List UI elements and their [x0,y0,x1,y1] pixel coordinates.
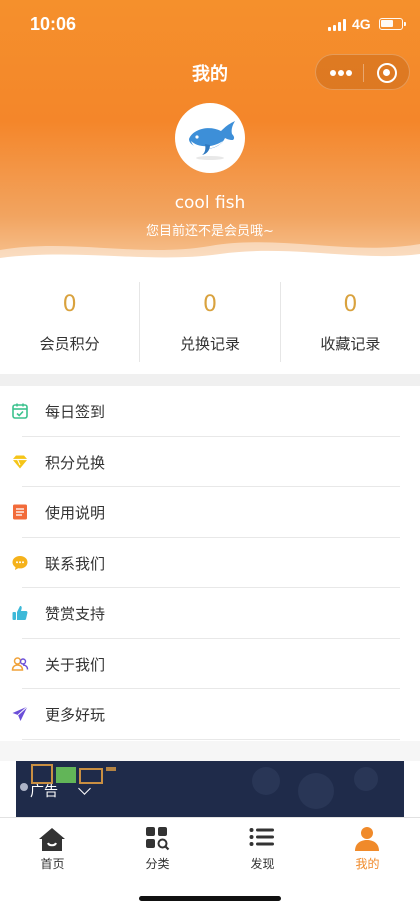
tab-home[interactable]: 首页 [0,818,105,878]
miniprogram-capsule [315,54,410,90]
home-icon [39,828,65,851]
chat-bubble-icon [12,555,28,570]
menu-item-contact-us[interactable]: 联系我们 [0,538,420,589]
menu-item-points-exchange[interactable]: 积分兑换 [0,437,420,488]
user-name: cool fish [174,193,246,213]
close-miniprogram-icon[interactable] [377,63,397,83]
menu-item-daily-checkin[interactable]: 每日签到 [0,386,420,437]
signal-icon [328,19,346,31]
stat-value: 0 [343,292,358,317]
notebook-icon [13,504,27,520]
tab-bar: 首页 分类 发现 我的 [0,817,420,910]
menu-item-label: 关于我们 [45,655,106,674]
more-icon[interactable] [330,70,352,76]
people-icon [11,656,29,671]
status-bar: 10:06 4G [0,0,420,48]
menu-item-instructions[interactable]: 使用说明 [0,487,420,538]
menu-item-support[interactable]: 赞赏支持 [0,588,420,639]
thumbs-up-icon [12,606,28,620]
menu-item-label: 积分兑换 [45,453,106,472]
paper-plane-icon [12,706,28,721]
tab-discover[interactable]: 发现 [210,818,315,878]
header-wave [0,242,420,270]
user-icon [355,827,379,851]
stat-label: 会员积分 [39,335,100,353]
ad-label: 广告 [30,784,58,800]
stats-row: 0 会员积分 0 兑换记录 0 收藏记录 [0,272,420,374]
ad-banner[interactable]: 广告 [16,761,404,817]
stat-points[interactable]: 0 会员积分 [0,282,139,362]
menu-item-label: 每日签到 [45,403,106,421]
menu-item-label: 联系我们 [45,554,106,573]
section-divider [0,741,420,761]
whale-icon [189,121,235,160]
menu-item-about-us[interactable]: 关于我们 [0,639,420,690]
list-icon [249,828,274,846]
avatar[interactable] [175,103,245,173]
tab-label: 首页 [40,857,65,871]
profile-header: 10:06 4G 我的 cool fish 您目前还不是会员哦~ [0,0,420,270]
network-label: 4G [352,16,371,32]
tab-category[interactable]: 分类 [105,818,210,878]
stat-exchange-records[interactable]: 0 兑换记录 [139,282,279,362]
menu-item-label: 使用说明 [45,504,106,522]
diamond-icon [12,455,28,468]
status-time: 10:06 [30,14,77,34]
stat-favorites[interactable]: 0 收藏记录 [279,282,420,362]
menu-item-more-fun[interactable]: 更多好玩 [0,689,420,740]
menu-item-label: 赞赏支持 [45,605,106,623]
menu-item-label: 更多好玩 [45,706,106,724]
stat-value: 0 [62,292,77,317]
calendar-check-icon [12,403,28,419]
stat-label: 收藏记录 [320,335,381,353]
grid-search-icon [146,827,170,851]
section-divider [0,374,420,386]
home-indicator [139,896,281,901]
ad-artwork [16,761,404,817]
stat-value: 0 [202,292,217,317]
tab-label: 我的 [355,857,380,871]
menu-list: 每日签到 积分兑换 使用说明 联系我们 赞赏支持 关于我们 更多好玩 [0,386,420,740]
tab-label: 分类 [145,857,170,871]
tab-label: 发现 [250,857,275,871]
capsule-divider [363,64,364,82]
stat-label: 兑换记录 [179,335,240,353]
tab-mine[interactable]: 我的 [315,818,420,878]
battery-icon [379,18,406,30]
